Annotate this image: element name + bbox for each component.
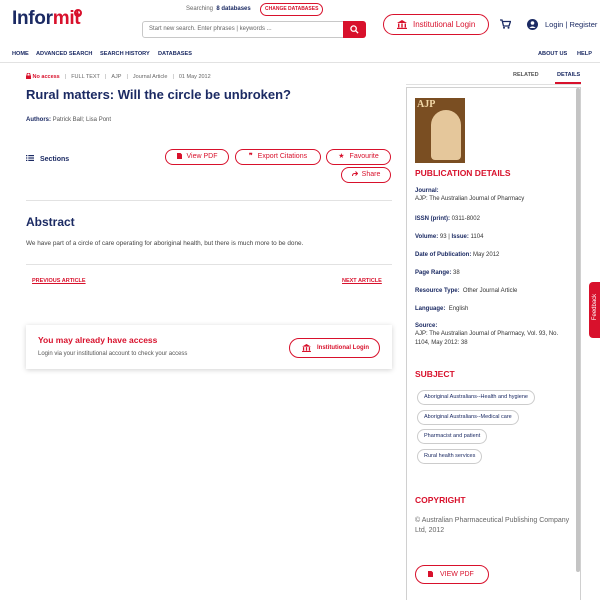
divider: [26, 264, 392, 265]
nav-home[interactable]: HOME: [12, 51, 29, 57]
institutional-login-button[interactable]: Institutional Login: [383, 14, 489, 35]
institution-icon: [302, 344, 311, 352]
card-institutional-login-button[interactable]: Institutional Login: [289, 338, 380, 358]
share-icon: [351, 171, 358, 177]
abstract-text: We have part of a circle of care operati…: [26, 240, 304, 247]
page-range-detail: Page Range: 38: [415, 270, 460, 276]
author-names[interactable]: Patrick Ball; Lisa Pont: [53, 117, 111, 123]
tab-details[interactable]: DETAILS: [557, 72, 580, 78]
source-detail: Source: AJP: The Australian Journal of Ph…: [415, 323, 559, 346]
panel-scrollbar[interactable]: [576, 88, 580, 572]
panel-view-pdf-button[interactable]: VIEW PDF: [415, 565, 489, 584]
access-card-heading: You may already have access: [38, 335, 158, 345]
subject-tag[interactable]: Aboriginal Australians--Health and hygie…: [417, 390, 535, 405]
export-citations-button[interactable]: ❞ Export Citations: [235, 149, 321, 165]
full-text-label: FULL TEXT: [71, 74, 100, 80]
search-button[interactable]: [343, 21, 366, 38]
search-input[interactable]: Start new search. Enter phrases | keywor…: [142, 21, 344, 38]
account-icon[interactable]: [527, 19, 538, 30]
article-title: Rural matters: Will the circle be unbrok…: [26, 87, 291, 102]
tab-related[interactable]: RELATED: [513, 72, 539, 78]
nav-search-history[interactable]: SEARCH HISTORY: [100, 51, 150, 57]
next-article-link[interactable]: NEXT ARTICLE: [342, 278, 382, 284]
pdf-icon: [176, 153, 182, 159]
feedback-tab[interactable]: Feedback: [589, 282, 600, 338]
institutional-login-label: Institutional Login: [413, 20, 476, 29]
quote-icon: ❞: [248, 153, 253, 160]
search-icon: [350, 25, 359, 34]
nav-help[interactable]: HELP: [577, 51, 592, 57]
nav-advanced-search[interactable]: ADVANCED SEARCH: [36, 51, 92, 57]
authors: Authors: Patrick Ball; Lisa Pont: [26, 117, 112, 123]
logo-dot-icon: [74, 9, 82, 17]
view-pdf-button[interactable]: View PDF: [165, 149, 229, 165]
copyright-heading: COPYRIGHT: [415, 495, 466, 505]
institution-icon: [397, 20, 407, 29]
journal-detail: Journal: AJP: The Australian Journal of P…: [415, 188, 525, 203]
list-icon: [26, 155, 34, 161]
article-meta: No access | FULL TEXT | AJP | Journal Article |…: [26, 72, 211, 80]
nav-about-us[interactable]: ABOUT US: [538, 51, 567, 57]
login-register-link[interactable]: Login | Register: [545, 20, 597, 29]
article-date: 01 May 2012: [178, 74, 211, 80]
access-status: No access: [32, 74, 60, 80]
favourite-button[interactable]: ★ Favourite: [326, 149, 391, 165]
copyright-text: © Australian Pharmaceutical Publishing C…: [415, 517, 570, 534]
active-tab-indicator: [555, 82, 581, 84]
informit-logo[interactable]: Informit: [12, 8, 81, 30]
share-button[interactable]: Share: [341, 167, 391, 183]
nav-divider: [0, 62, 600, 63]
star-icon: ★: [338, 153, 345, 160]
language-detail: Language: English: [415, 306, 469, 312]
publication-details-heading: PUBLICATION DETAILS: [415, 168, 511, 178]
subject-tag[interactable]: Rural health services: [417, 449, 483, 464]
subject-tag[interactable]: Aboriginal Australians--Medical care: [417, 410, 519, 425]
change-databases-button[interactable]: CHANGE DATABASES: [260, 3, 324, 16]
tabs-divider: [406, 84, 581, 85]
nav-databases[interactable]: DATABASES: [158, 51, 192, 57]
date-of-publication-detail: Date of Publication: May 2012: [415, 252, 500, 258]
sections-toggle[interactable]: Sections: [26, 155, 69, 163]
lock-icon: [26, 72, 31, 79]
access-card-text: Login via your institutional account to …: [38, 351, 188, 357]
issn-detail: ISSN (print): 0311-8002: [415, 216, 480, 222]
searching-databases: Searching 8 databases: [186, 6, 251, 12]
journal-cover-image: AJP: [415, 98, 465, 163]
cover-figure: [431, 110, 461, 160]
subject-heading: SUBJECT: [415, 369, 455, 379]
article-type: Journal Article: [132, 74, 168, 80]
divider: [26, 200, 392, 201]
resource-type-detail: Resource Type: Other Journal Article: [415, 288, 518, 294]
pdf-icon: [428, 571, 433, 577]
abstract-heading: Abstract: [26, 215, 75, 229]
cover-logo: AJP: [417, 99, 436, 110]
subject-tag[interactable]: Pharmacist and patient: [417, 429, 488, 444]
cart-icon[interactable]: [500, 19, 511, 29]
volume-issue-detail: Volume: 93 | Issue: 1104: [415, 234, 484, 240]
previous-article-link[interactable]: PREVIOUS ARTICLE: [32, 278, 86, 284]
journal-abbr: AJP: [111, 74, 122, 80]
